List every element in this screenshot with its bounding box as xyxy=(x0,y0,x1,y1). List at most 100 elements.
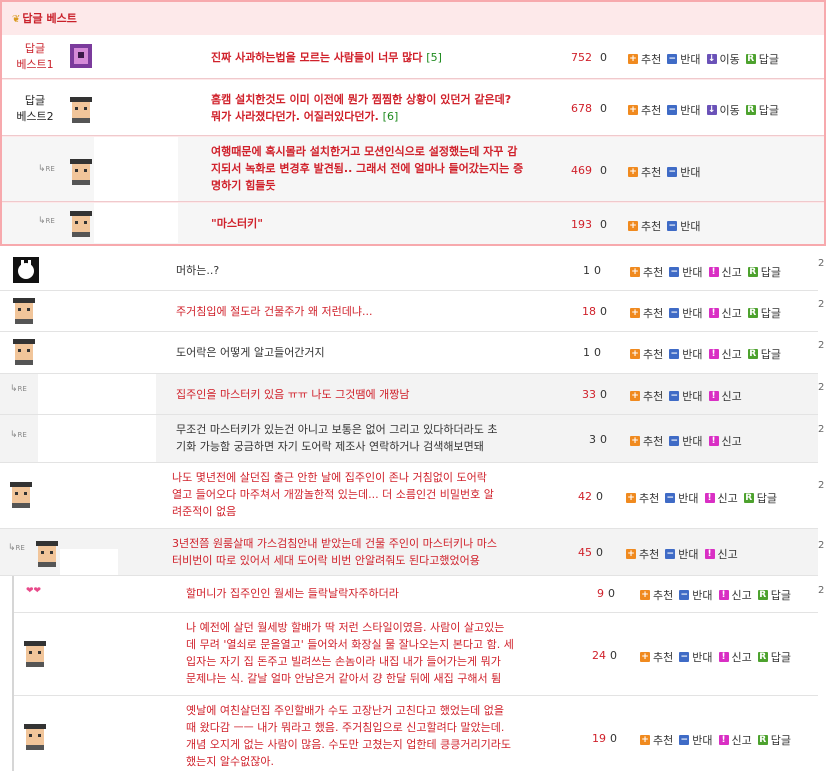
reply-title[interactable]: 나 예전에 살던 월세방 할배가 딱 저런 스타일이였음. 사람이 살고있는 데… xyxy=(186,619,514,687)
report-button[interactable]: 신고 xyxy=(732,649,752,665)
reply-icon: R xyxy=(757,652,768,662)
action-bar: + 추천 − 반대 ↓ 이동 R 답글 xyxy=(628,102,779,118)
plus-icon: + xyxy=(640,735,650,745)
zero-count: 0 xyxy=(600,388,607,401)
best-label-1: 답글 베스트1 xyxy=(16,42,54,71)
view-count: 1 xyxy=(583,346,590,359)
reply-title[interactable]: 무조건 마스터키가 있는건 아니고 보통은 없어 그리고 있다하더라도 초 기화… xyxy=(176,421,497,455)
reply-title[interactable]: 홈캠 설치한것도 이미 이전에 뭔가 찜찜한 상황이 있던거 같은데? 뭐가 사… xyxy=(211,91,511,125)
avatar[interactable] xyxy=(70,211,92,237)
view-count: 678 xyxy=(571,102,592,115)
view-count: 469 xyxy=(571,164,592,177)
upvote-button[interactable]: 추천 xyxy=(639,490,659,506)
reply-title[interactable]: 진짜 사과하는법을 모르는 사람들이 너무 많다 [5] xyxy=(211,49,442,66)
reply-button[interactable]: 답글 xyxy=(759,51,779,67)
reply-button[interactable]: 답글 xyxy=(771,587,791,603)
edge-mark: 2 xyxy=(818,585,825,596)
downvote-button[interactable]: 반대 xyxy=(680,164,700,180)
alert-icon: ! xyxy=(708,308,719,318)
upvote-button[interactable]: 추천 xyxy=(639,546,659,562)
downvote-button[interactable]: 반대 xyxy=(692,732,712,748)
upvote-button[interactable]: 추천 xyxy=(643,388,663,404)
best-row-3: ↳RE 여행때문에 혹시몰라 설치한거고 모션인식으로 설정했는데 자꾸 감 지… xyxy=(2,137,824,202)
downvote-button[interactable]: 반대 xyxy=(682,264,702,280)
downvote-button[interactable]: 반대 xyxy=(680,102,700,118)
view-count: 3 xyxy=(589,433,596,446)
re-marker: ↳RE xyxy=(38,216,55,226)
downvote-button[interactable]: 반대 xyxy=(682,433,702,449)
reply-button[interactable]: 답글 xyxy=(761,305,781,321)
reply-button[interactable]: 답글 xyxy=(761,346,781,362)
upvote-button[interactable]: 추천 xyxy=(643,305,663,321)
minus-icon: − xyxy=(665,549,676,559)
avatar[interactable] xyxy=(13,257,39,283)
zero-count: 0 xyxy=(608,587,615,600)
upvote-button[interactable]: 추천 xyxy=(641,51,661,67)
avatar[interactable] xyxy=(70,159,92,185)
avatar[interactable] xyxy=(24,641,46,667)
avatar[interactable] xyxy=(70,97,92,123)
upvote-button[interactable]: 추천 xyxy=(643,264,663,280)
downvote-button[interactable]: 반대 xyxy=(680,51,700,67)
avatar[interactable] xyxy=(70,44,92,68)
reply-title[interactable]: 도어락은 어떻게 알고들어간거지 xyxy=(176,344,325,361)
avatar[interactable] xyxy=(36,541,58,567)
report-button[interactable]: 신고 xyxy=(722,305,742,321)
upvote-button[interactable]: 추천 xyxy=(641,102,661,118)
edge-mark: 2 xyxy=(818,480,825,491)
upvote-button[interactable]: 추천 xyxy=(643,346,663,362)
report-button[interactable]: 신고 xyxy=(722,388,742,404)
report-button[interactable]: 신고 xyxy=(722,433,742,449)
reply-title[interactable]: 주거침입에 절도라 건물주가 왜 저런데냐... xyxy=(176,303,373,320)
upvote-button[interactable]: 추천 xyxy=(653,732,673,748)
reply-button[interactable]: 답글 xyxy=(761,264,781,280)
reply-title[interactable]: 집주인을 마스터키 있음 ㅠㅠ 나도 그것땜에 개짱남 xyxy=(176,386,410,403)
reply-title[interactable]: 머하는..? xyxy=(176,262,219,279)
upvote-button[interactable]: 추천 xyxy=(641,218,661,234)
view-count: 42 xyxy=(578,490,592,503)
report-button[interactable]: 신고 xyxy=(732,587,752,603)
downvote-button[interactable]: 반대 xyxy=(682,305,702,321)
alert-icon: ! xyxy=(718,590,729,600)
action-bar: + 추천 − 반대 ! 신고 R 답글 xyxy=(640,732,791,748)
downvote-button[interactable]: 반대 xyxy=(692,587,712,603)
report-button[interactable]: 신고 xyxy=(732,732,752,748)
upvote-button[interactable]: 추천 xyxy=(653,649,673,665)
reply-icon: R xyxy=(757,590,768,600)
alert-icon: ! xyxy=(708,267,719,277)
downvote-button[interactable]: 반대 xyxy=(682,346,702,362)
report-button[interactable]: 신고 xyxy=(718,490,738,506)
reply-title[interactable]: 옛날에 여친살던집 주인할배가 수도 고장난거 고친다고 했었는데 없을 때 왔… xyxy=(186,702,511,770)
reply-button[interactable]: 답글 xyxy=(757,490,777,506)
report-button[interactable]: 신고 xyxy=(718,546,738,562)
reply-title[interactable]: 3년전쯤 원룸살때 가스검침안내 받았는데 건물 주인이 마스터키나 마스 터비… xyxy=(172,535,497,569)
avatar[interactable] xyxy=(13,298,35,324)
upvote-button[interactable]: 추천 xyxy=(643,433,663,449)
downvote-button[interactable]: 반대 xyxy=(680,218,700,234)
downvote-button[interactable]: 반대 xyxy=(682,388,702,404)
avatar[interactable] xyxy=(10,482,32,508)
reply-button[interactable]: 답글 xyxy=(771,649,791,665)
reply-title[interactable]: 나도 몇년전에 살던집 출근 안한 날에 집주인이 존나 거침없이 도어락 열고… xyxy=(172,469,494,520)
avatar[interactable] xyxy=(24,724,46,750)
downvote-button[interactable]: 반대 xyxy=(692,649,712,665)
upvote-button[interactable]: 추천 xyxy=(641,164,661,180)
alert-icon: ! xyxy=(708,391,719,401)
reply-title[interactable]: 여행때문에 혹시몰라 설치한거고 모션인식으로 설정했는데 자꾸 감 지되서 녹… xyxy=(211,143,523,194)
reply-button[interactable]: 답글 xyxy=(759,102,779,118)
report-button[interactable]: 신고 xyxy=(722,264,742,280)
report-button[interactable]: 신고 xyxy=(722,346,742,362)
downvote-button[interactable]: 반대 xyxy=(678,490,698,506)
reply-title[interactable]: 할머니가 집주인인 월세는 들락날락자주하더라 xyxy=(186,585,399,602)
avatar[interactable] xyxy=(13,339,35,365)
edge-mark: 2 xyxy=(818,258,825,269)
move-button[interactable]: 이동 xyxy=(720,51,740,67)
reply-button[interactable]: 답글 xyxy=(771,732,791,748)
reply-title[interactable]: "마스터키" xyxy=(211,215,263,232)
alert-icon: ! xyxy=(704,493,715,503)
downvote-button[interactable]: 반대 xyxy=(678,546,698,562)
upvote-button[interactable]: 추천 xyxy=(653,587,673,603)
zero-count: 0 xyxy=(596,546,603,559)
plus-icon: + xyxy=(630,308,640,318)
move-button[interactable]: 이동 xyxy=(720,102,740,118)
